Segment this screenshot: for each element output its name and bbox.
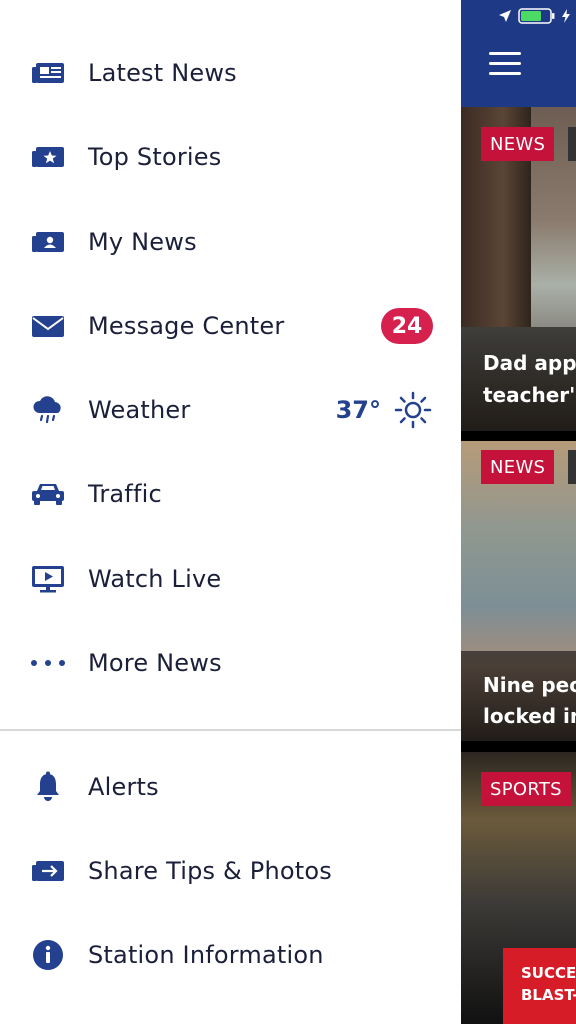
unread-count-badge: 24 xyxy=(381,308,433,344)
navigation-drawer: Latest News Top Stories My News Message … xyxy=(0,0,461,1024)
menu-label: Weather xyxy=(88,396,191,424)
category-tag: NEWS xyxy=(481,127,555,161)
headline-line: locked in xyxy=(483,704,576,728)
battery-icon xyxy=(518,8,555,24)
category-tag: SPORTS xyxy=(481,772,571,806)
headline-line: teacher's xyxy=(483,383,576,407)
menu-label: Top Stories xyxy=(88,143,222,171)
menu-item-weather[interactable]: Weather 37° xyxy=(0,368,461,452)
tag-extension xyxy=(568,127,576,161)
menu-item-latest-news[interactable]: Latest News xyxy=(0,31,461,115)
category-tag: NEWS xyxy=(481,450,555,484)
charging-bolt-icon xyxy=(562,9,570,23)
app-header xyxy=(461,0,576,107)
star-folder-icon xyxy=(30,139,66,175)
headline-line: Dad app xyxy=(483,351,576,375)
menu-item-more-news[interactable]: More News xyxy=(0,621,461,705)
headline-line: Nine peo xyxy=(483,673,576,697)
menu-label: My News xyxy=(88,228,197,256)
banner-line: BLAST- xyxy=(521,986,576,1004)
menu-item-watch-live[interactable]: Watch Live xyxy=(0,537,461,621)
menu-item-top-stories[interactable]: Top Stories xyxy=(0,115,461,199)
menu-item-traffic[interactable]: Traffic xyxy=(0,452,461,536)
menu-label: Traffic xyxy=(88,480,162,508)
menu-item-my-news[interactable]: My News xyxy=(0,200,461,284)
menu-label: Station Information xyxy=(88,941,324,969)
news-card[interactable]: NEWS Nine peo locked in xyxy=(461,441,576,741)
temperature-value: 37° xyxy=(335,396,381,424)
person-folder-icon xyxy=(30,224,66,260)
banner-line: SUCCES xyxy=(521,964,576,982)
status-bar xyxy=(498,6,570,26)
location-arrow-icon xyxy=(499,10,511,22)
sun-icon xyxy=(393,390,433,430)
news-card[interactable]: NEWS Dad app teacher's xyxy=(461,107,576,431)
share-arrow-icon xyxy=(30,853,66,889)
menu-label: More News xyxy=(88,649,222,677)
menu-item-alerts[interactable]: Alerts xyxy=(0,745,461,829)
envelope-icon xyxy=(30,308,66,344)
menu-toggle-button[interactable] xyxy=(489,52,521,76)
news-card[interactable]: SPORTS SUCCES BLAST- xyxy=(461,752,576,1024)
menu-divider xyxy=(0,729,461,731)
menu-label: Message Center xyxy=(88,312,285,340)
menu-label: Latest News xyxy=(88,59,237,87)
tag-extension xyxy=(568,450,576,484)
bell-icon xyxy=(30,769,66,805)
newspaper-icon xyxy=(30,55,66,91)
menu-item-message-center[interactable]: Message Center 24 xyxy=(0,284,461,368)
info-icon xyxy=(30,937,66,973)
story-banner: SUCCES BLAST- xyxy=(503,948,576,1024)
tv-play-icon xyxy=(30,561,66,597)
news-feed-panel[interactable]: NEWS Dad app teacher's NEWS Nine peo loc… xyxy=(461,0,576,1024)
car-icon xyxy=(30,476,66,512)
cloud-rain-icon xyxy=(30,392,66,428)
menu-label: Watch Live xyxy=(88,565,222,593)
menu-item-share-tips[interactable]: Share Tips & Photos xyxy=(0,829,461,913)
menu-label: Share Tips & Photos xyxy=(88,857,332,885)
menu-label: Alerts xyxy=(88,773,159,801)
ellipsis-icon xyxy=(30,645,66,681)
menu-item-station-info[interactable]: Station Information xyxy=(0,913,461,997)
